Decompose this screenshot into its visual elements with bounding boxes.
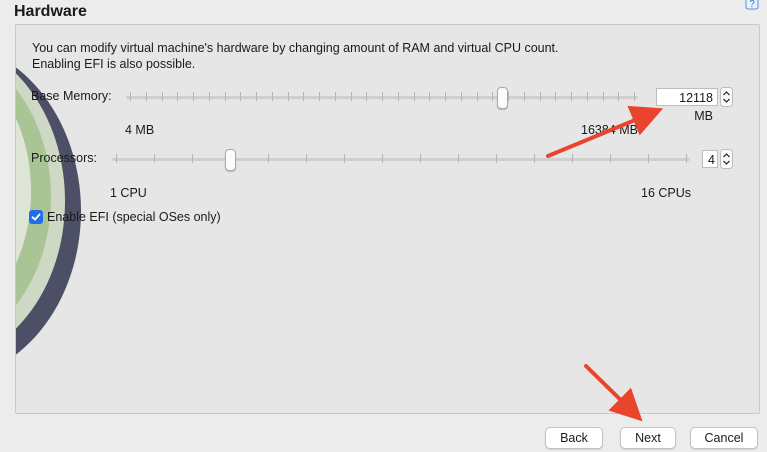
base-memory-slider-tick (209, 92, 210, 101)
processors-slider-tick (268, 154, 269, 163)
page-title: Hardware (14, 3, 87, 20)
processors-track (112, 158, 690, 161)
base-memory-slider-tick (366, 92, 367, 101)
processors-slider[interactable] (112, 149, 690, 171)
description-line-2: Enabling EFI is also possible. (32, 57, 196, 71)
efi-checkbox[interactable] (29, 210, 43, 224)
base-memory-slider-tick (130, 92, 131, 101)
base-memory-slider-tick (256, 92, 257, 101)
processors-min-label: 1 CPU (110, 186, 147, 200)
base-memory-slider-tick (288, 92, 289, 101)
processors-slider-tick (686, 154, 687, 163)
base-memory-slider-tick (555, 92, 556, 101)
base-memory-slider-tick (618, 92, 619, 101)
base-memory-slider-tick (524, 92, 525, 101)
svg-text:?: ? (749, 0, 755, 10)
efi-checkbox-row[interactable]: Enable EFI (special OSes only) (29, 210, 221, 224)
base-memory-label: Base Memory: (31, 89, 112, 103)
help-icon[interactable]: ? (744, 0, 760, 12)
processors-spinbox[interactable]: 4 (702, 149, 733, 169)
processors-slider-tick (610, 154, 611, 163)
memory-max-label: 16384 MB (581, 123, 638, 137)
processors-slider-tick (534, 154, 535, 163)
processors-slider-tick (420, 154, 421, 163)
base-memory-slider-tick (414, 92, 415, 101)
base-memory-spinbox[interactable]: 12118 MB (656, 87, 733, 123)
base-memory-slider[interactable] (126, 87, 638, 109)
processors-stepper-icon[interactable] (720, 149, 733, 169)
processors-slider-thumb[interactable] (225, 149, 236, 171)
base-memory-slider-tick (634, 92, 635, 101)
base-memory-slider-tick (429, 92, 430, 101)
base-memory-slider-tick (335, 92, 336, 101)
base-memory-slider-tick (146, 92, 147, 101)
base-memory-slider-tick (351, 92, 352, 101)
processors-slider-tick (496, 154, 497, 163)
base-memory-stepper-icon[interactable] (720, 87, 733, 107)
processors-input[interactable]: 4 (702, 150, 718, 168)
cancel-button[interactable]: Cancel (690, 427, 758, 449)
memory-min-label: 4 MB (125, 123, 155, 137)
efi-checkbox-label: Enable EFI (special OSes only) (47, 210, 221, 224)
checkmark-icon (31, 213, 41, 221)
description: You can modify virtual machine's hardwar… (32, 40, 672, 72)
processors-slider-tick (572, 154, 573, 163)
processors-slider-tick (116, 154, 117, 163)
description-line-1: You can modify virtual machine's hardwar… (32, 41, 559, 55)
base-memory-slider-tick (477, 92, 478, 101)
base-memory-slider-tick (571, 92, 572, 101)
base-memory-slider-thumb[interactable] (497, 87, 508, 109)
next-button[interactable]: Next (620, 427, 676, 449)
processors-label: Processors: (31, 151, 97, 165)
back-button[interactable]: Back (545, 427, 603, 449)
base-memory-slider-tick (445, 92, 446, 101)
base-memory-slider-tick (398, 92, 399, 101)
base-memory-slider-tick (193, 92, 194, 101)
base-memory-slider-tick (492, 92, 493, 101)
processors-slider-tick (344, 154, 345, 163)
processors-slider-tick (192, 154, 193, 163)
base-memory-slider-tick (382, 92, 383, 101)
processors-slider-tick (648, 154, 649, 163)
base-memory-slider-tick (162, 92, 163, 101)
processors-slider-tick (306, 154, 307, 163)
processors-slider-tick (382, 154, 383, 163)
base-memory-slider-tick (603, 92, 604, 101)
base-memory-slider-tick (587, 92, 588, 101)
processors-slider-tick (458, 154, 459, 163)
base-memory-slider-tick (225, 92, 226, 101)
base-memory-input[interactable]: 12118 MB (656, 88, 718, 123)
processors-max-label: 16 CPUs (641, 186, 692, 200)
base-memory-slider-tick (272, 92, 273, 101)
base-memory-slider-tick (540, 92, 541, 101)
base-memory-slider-tick (177, 92, 178, 101)
base-memory-slider-tick (461, 92, 462, 101)
processors-slider-tick (154, 154, 155, 163)
base-memory-slider-tick (240, 92, 241, 101)
base-memory-slider-tick (319, 92, 320, 101)
base-memory-slider-tick (508, 92, 509, 101)
base-memory-slider-tick (303, 92, 304, 101)
